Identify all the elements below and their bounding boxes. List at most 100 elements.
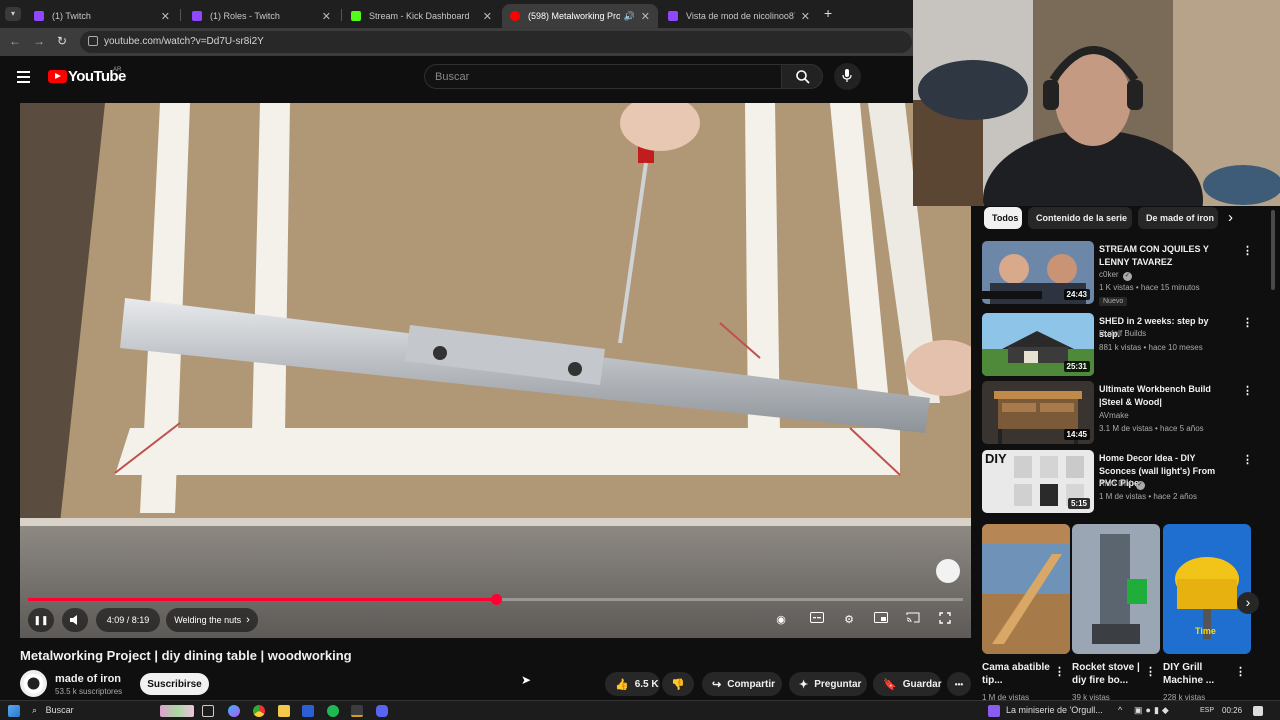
language-indicator[interactable]: ESP <box>1200 707 1214 714</box>
tab-list-chevron-icon[interactable]: ▾ <box>5 7 21 21</box>
autoplay-toggle[interactable]: ◉ <box>773 612 789 628</box>
channel-name[interactable]: made of iron <box>55 673 121 685</box>
chrome-icon[interactable] <box>253 705 265 717</box>
recommendation-item[interactable]: 14:45 Ultimate Workbench Build |Steel & … <box>982 381 1253 445</box>
reload-icon[interactable]: ↻ <box>57 34 67 48</box>
calculator-icon[interactable] <box>302 705 314 717</box>
browser-tab-youtube[interactable]: (598) Metalworking Project 🔊 ✕ <box>502 4 658 28</box>
recommendation-title[interactable]: Ultimate Workbench Build |Steel & Wood| <box>1099 383 1229 408</box>
file-explorer-icon[interactable] <box>278 705 290 717</box>
copilot-icon[interactable] <box>228 705 240 717</box>
video-thumbnail[interactable]: 14:45 <box>982 381 1094 444</box>
close-tab-icon[interactable]: ✕ <box>322 10 331 23</box>
close-tab-icon[interactable]: ✕ <box>161 10 170 23</box>
cast-button[interactable] <box>905 612 921 628</box>
youtube-header: YouTube AR Buscar <box>0 56 912 98</box>
site-info-icon[interactable] <box>88 36 98 46</box>
short-thumbnail[interactable] <box>1072 524 1160 654</box>
search-input[interactable]: Buscar <box>424 64 781 89</box>
browser-tab-twitch[interactable]: (1) Twitch ✕ <box>26 4 178 28</box>
close-tab-icon[interactable]: ✕ <box>483 10 492 23</box>
spotify-icon[interactable] <box>327 705 339 717</box>
ask-button[interactable]: ✦ Preguntar <box>789 672 867 696</box>
speaker-icon[interactable]: 🔊 <box>624 11 635 22</box>
browser-tab-twitch-mod[interactable]: Vista de mod de nicolinoo87 - ✕ <box>660 4 818 28</box>
close-tab-icon[interactable]: ✕ <box>641 10 650 23</box>
chip-channel[interactable]: De made of iron <box>1138 207 1218 229</box>
shorts-next-button[interactable]: › <box>1237 592 1259 614</box>
like-count: 6.5 K <box>634 678 659 690</box>
more-options-icon[interactable]: ⋮ <box>1242 453 1253 466</box>
chips-next-icon[interactable]: › <box>1228 209 1233 226</box>
youtube-logo-icon[interactable] <box>48 70 67 83</box>
task-view-icon[interactable] <box>202 705 214 717</box>
recommendation-channel[interactable]: AVmake <box>1099 411 1129 420</box>
subscribe-button[interactable]: Suscribirse <box>140 673 209 695</box>
notification-icon[interactable] <box>1253 706 1263 716</box>
discord-icon[interactable] <box>376 705 388 717</box>
subtitles-button[interactable] <box>809 612 825 628</box>
progress-scrubber[interactable] <box>490 594 502 605</box>
tray-icons[interactable]: ▣●▮◆ <box>1134 705 1172 716</box>
chapter-button[interactable]: Welding the nuts › <box>166 608 258 632</box>
save-button[interactable]: 🔖 Guardar <box>873 672 942 696</box>
more-options-icon[interactable]: ⋮ <box>1242 384 1253 397</box>
more-actions-button[interactable]: ••• <box>947 672 971 696</box>
more-options-icon[interactable]: ⋮ <box>1242 316 1253 329</box>
media-title[interactable]: La miniserie de 'Orgull... <box>1006 705 1103 715</box>
menu-icon[interactable] <box>17 71 30 86</box>
search-button[interactable] <box>781 64 823 89</box>
more-options-icon[interactable]: ⋮ <box>1235 665 1246 678</box>
recommendation-item[interactable]: 24:43 STREAM CON JQUILES Y LENNY TAVAREZ… <box>982 241 1253 306</box>
chip-all[interactable]: Todos <box>984 207 1022 229</box>
more-options-icon[interactable]: ⋮ <box>1054 665 1065 678</box>
pause-button[interactable]: ❚❚ <box>28 608 54 632</box>
short-title[interactable]: DIY Grill Machine ... <box>1163 661 1235 687</box>
more-options-icon[interactable]: ⋮ <box>1145 665 1156 678</box>
recommendation-channel[interactable]: Rudolf Builds <box>1099 329 1146 338</box>
more-options-icon[interactable]: ⋮ <box>1242 244 1253 257</box>
chip-series[interactable]: Contenido de la serie <box>1028 207 1132 229</box>
taskbar-search[interactable]: ⌕ Buscar <box>32 705 74 716</box>
kick-icon <box>351 11 361 21</box>
miniplayer-button[interactable] <box>873 612 889 628</box>
sidebar-scrollbar[interactable] <box>1271 210 1275 290</box>
recommendation-channel[interactable]: c0ker ✓ <box>1099 270 1132 281</box>
video-duration: 5:15 <box>1067 498 1090 509</box>
thumbnail-text: DIY <box>985 451 1007 466</box>
like-button[interactable]: 👍 6.5 K <box>605 672 660 696</box>
dislike-button[interactable]: 👎 <box>662 672 694 696</box>
short-thumbnail[interactable]: Time <box>1163 524 1251 654</box>
short-title[interactable]: Cama abatible tip... <box>982 661 1054 687</box>
short-title[interactable]: Rocket stove | diy fire bo... <box>1072 661 1144 687</box>
settings-button[interactable]: ⚙ <box>841 612 857 628</box>
clock[interactable]: 00:26 <box>1222 706 1242 715</box>
channel-avatar[interactable] <box>20 670 47 697</box>
flowers-widget-icon[interactable] <box>160 705 194 717</box>
short-thumbnail[interactable] <box>982 524 1070 654</box>
video-player[interactable]: ❚❚ 4:09 / 8:19 Welding the nuts › ◉ ⚙ <box>20 103 971 638</box>
app-icon[interactable] <box>351 705 363 717</box>
recommendation-channel[interactable]: Ardo DIY ✓ <box>1099 479 1145 490</box>
browser-tab-kick[interactable]: Stream - Kick Dashboard ✕ <box>343 4 500 28</box>
voice-search-button[interactable] <box>834 63 861 90</box>
recommendation-item[interactable]: 25:31 SHED in 2 weeks: step by step. Rud… <box>982 313 1253 377</box>
tray-chevron-icon[interactable]: ^ <box>1118 705 1122 715</box>
recommendation-item[interactable]: DIY 5:15 Home Decor Idea - DIY Sconces (… <box>982 450 1253 514</box>
close-tab-icon[interactable]: ✕ <box>801 10 810 23</box>
share-button[interactable]: ↪ Compartir <box>702 672 782 696</box>
back-arrow-icon[interactable]: ← <box>9 34 21 48</box>
forward-arrow-icon[interactable]: → <box>33 34 45 48</box>
new-tab-button[interactable]: + <box>824 5 832 21</box>
windows-start-icon[interactable] <box>8 705 20 717</box>
browser-tab-twitch-roles[interactable]: (1) Roles - Twitch ✕ <box>184 4 339 28</box>
fullscreen-button[interactable] <box>937 612 953 628</box>
video-thumbnail[interactable]: 25:31 <box>982 313 1094 376</box>
volume-button[interactable] <box>62 608 88 632</box>
video-thumbnail[interactable]: 24:43 <box>982 241 1094 304</box>
progress-bar[interactable] <box>28 594 963 605</box>
address-bar[interactable]: youtube.com/watch?v=Dd7U-sr8i2Y <box>80 31 912 53</box>
recommendation-title[interactable]: STREAM CON JQUILES Y LENNY TAVAREZ <box>1099 243 1229 268</box>
media-icon[interactable] <box>988 705 1000 717</box>
video-thumbnail[interactable]: DIY 5:15 <box>982 450 1094 513</box>
